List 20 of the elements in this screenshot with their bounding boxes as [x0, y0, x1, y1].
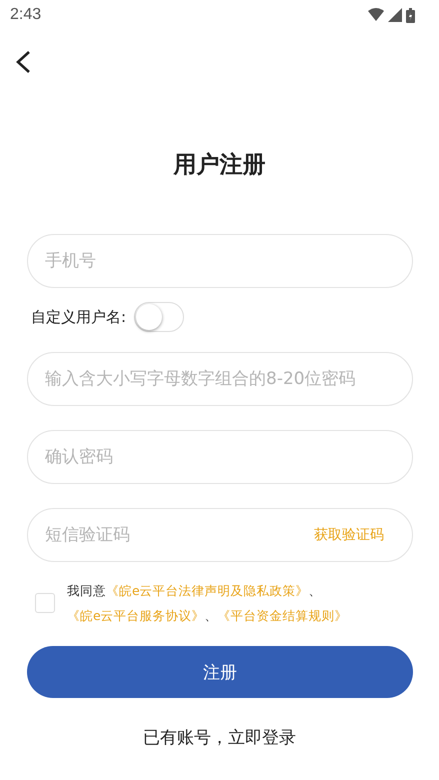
input-field[interactable]: 确认密码	[27, 430, 413, 484]
toggle-switch[interactable]	[134, 302, 184, 332]
login-link[interactable]: 已有账号，立即登录	[0, 726, 439, 749]
get-code-link[interactable]: 获取验证码	[314, 526, 384, 544]
wifi-icon	[368, 8, 384, 22]
agreement-link[interactable]: 《平台资金结算规则》	[218, 608, 348, 623]
signal-icon	[388, 8, 402, 22]
agreement-text: 我同意《皖e云平台法律声明及隐私政策》、 《皖e云平台服务协议》、《平台资金结算规则》	[67, 582, 349, 625]
back-icon[interactable]	[15, 50, 31, 74]
register-button[interactable]: 注册	[27, 646, 413, 698]
input-field[interactable]: 手机号	[27, 234, 413, 288]
status-time: 2:43	[10, 6, 42, 24]
agreement-link[interactable]: 《皖e云平台法律声明及隐私政策》	[106, 583, 309, 598]
agreement-link[interactable]: 《皖e云平台服务协议》	[67, 608, 205, 623]
battery-icon	[406, 8, 415, 22]
code-field[interactable]: 短信验证码 获取验证码	[27, 508, 413, 562]
checkbox[interactable]	[35, 593, 55, 613]
input-field[interactable]: 输入含大小写字母数字组合的8-20位密码	[27, 352, 413, 406]
toggle-label: 自定义用户名:	[31, 308, 126, 326]
page-title: 用户注册	[172, 151, 266, 180]
